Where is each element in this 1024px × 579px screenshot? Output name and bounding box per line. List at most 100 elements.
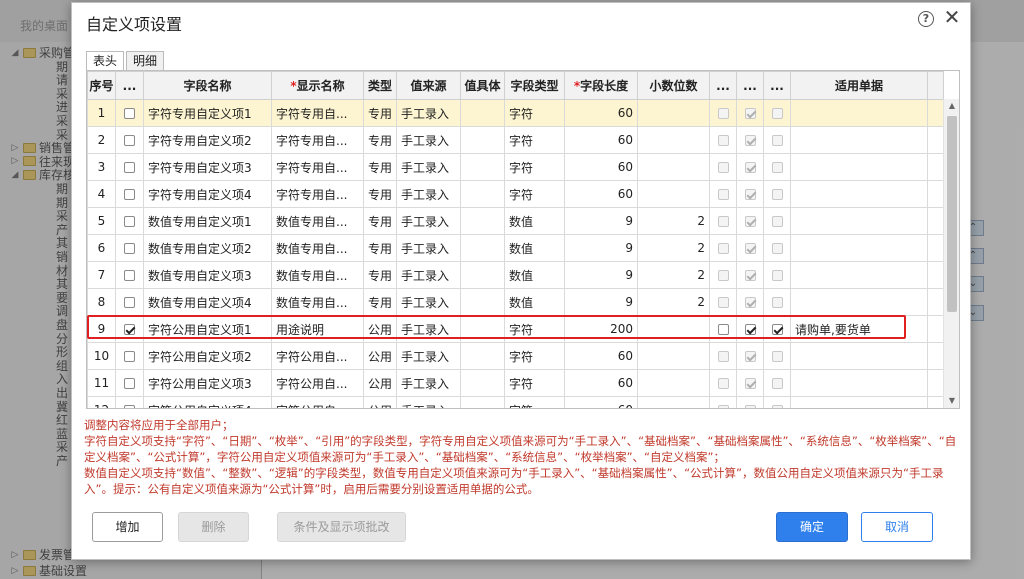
field-type-cell[interactable]: 数值: [504, 288, 566, 316]
display-name-cell[interactable]: 数值专用自...: [271, 288, 364, 316]
length-cell[interactable]: 9: [564, 288, 639, 316]
display-name-cell[interactable]: 数值专用自...: [271, 261, 364, 289]
batch-edit-button[interactable]: 条件及显示项批改: [277, 512, 406, 542]
type-cell[interactable]: 公用: [362, 396, 398, 408]
cancel-button[interactable]: 取消: [861, 512, 933, 542]
display-name-cell[interactable]: 数值专用自...: [271, 234, 364, 262]
field-type-cell[interactable]: 字符: [504, 369, 566, 397]
col-header-type[interactable]: 类型: [362, 71, 398, 100]
value-detail-cell[interactable]: [460, 126, 506, 154]
length-cell[interactable]: 60: [564, 180, 639, 208]
value-detail-cell[interactable]: [460, 342, 506, 370]
decimals-cell[interactable]: 2: [637, 207, 711, 235]
table-row[interactable]: 8 数值专用自定义项4 数值专用自... 专用 手工录入 数值 9 2: [87, 288, 945, 316]
applicable-docs-cell[interactable]: [790, 126, 929, 154]
value-detail-cell[interactable]: [460, 369, 506, 397]
col-header-enabled[interactable]: ...: [115, 71, 144, 100]
length-cell[interactable]: 60: [564, 153, 639, 181]
field-name-cell[interactable]: 字符专用自定义项1: [143, 99, 272, 127]
field-name-cell[interactable]: 字符公用自定义项2: [143, 342, 272, 370]
field-name-cell[interactable]: 数值专用自定义项3: [143, 261, 272, 289]
value-source-cell[interactable]: 手工录入: [396, 369, 462, 397]
col-header-decimals[interactable]: 小数位数: [637, 71, 711, 100]
scroll-up-icon[interactable]: ▲: [944, 99, 959, 113]
enabled-checkbox[interactable]: [124, 108, 135, 119]
delete-button[interactable]: 删除: [178, 512, 249, 542]
field-type-cell[interactable]: 字符: [504, 315, 566, 343]
applicable-docs-cell[interactable]: [790, 369, 929, 397]
decimals-cell[interactable]: [637, 126, 711, 154]
table-row[interactable]: 6 数值专用自定义项2 数值专用自... 专用 手工录入 数值 9 2: [87, 234, 945, 262]
applicable-docs-cell[interactable]: [790, 288, 929, 316]
decimals-cell[interactable]: [637, 315, 711, 343]
enabled-checkbox[interactable]: [124, 270, 135, 281]
decimals-cell[interactable]: [637, 342, 711, 370]
value-source-cell[interactable]: 手工录入: [396, 126, 462, 154]
col-header-display-name[interactable]: *显示名称: [271, 71, 364, 100]
col-header-field-type[interactable]: 字段类型: [504, 71, 566, 100]
field-name-cell[interactable]: 字符专用自定义项4: [143, 180, 272, 208]
value-source-cell[interactable]: 手工录入: [396, 288, 462, 316]
value-source-cell[interactable]: 手工录入: [396, 396, 462, 408]
length-cell[interactable]: 60: [564, 99, 639, 127]
display-name-cell[interactable]: 用途说明: [271, 315, 364, 343]
scroll-down-icon[interactable]: ▼: [944, 394, 959, 408]
table-row[interactable]: 1 字符专用自定义项1 字符专用自... 专用 手工录入 字符 60: [87, 99, 945, 127]
field-type-cell[interactable]: 数值: [504, 207, 566, 235]
ok-button[interactable]: 确定: [776, 512, 848, 542]
type-cell[interactable]: 专用: [362, 153, 398, 181]
field-type-cell[interactable]: 字符: [504, 180, 566, 208]
applicable-docs-cell[interactable]: [790, 99, 929, 127]
enabled-checkbox[interactable]: [124, 324, 135, 335]
field-type-cell[interactable]: 字符: [504, 126, 566, 154]
field-name-cell[interactable]: 字符专用自定义项3: [143, 153, 272, 181]
applicable-docs-cell[interactable]: [790, 396, 929, 408]
table-row[interactable]: 7 数值专用自定义项3 数值专用自... 专用 手工录入 数值 9 2: [87, 261, 945, 289]
length-cell[interactable]: 9: [564, 234, 639, 262]
field-name-cell[interactable]: 字符公用自定义项1: [143, 315, 272, 343]
length-cell[interactable]: 200: [564, 315, 639, 343]
applicable-docs-cell[interactable]: [790, 342, 929, 370]
field-type-cell[interactable]: 字符: [504, 396, 566, 408]
flag2-checkbox[interactable]: [744, 324, 756, 335]
enabled-checkbox[interactable]: [124, 243, 135, 254]
decimals-cell[interactable]: [637, 180, 711, 208]
field-type-cell[interactable]: 字符: [504, 153, 566, 181]
value-detail-cell[interactable]: [460, 207, 506, 235]
decimals-cell[interactable]: [637, 369, 711, 397]
col-header-value-source[interactable]: 值来源: [396, 71, 462, 100]
enabled-checkbox[interactable]: [124, 135, 135, 146]
type-cell[interactable]: 专用: [362, 288, 398, 316]
field-name-cell[interactable]: 字符公用自定义项4: [143, 396, 272, 408]
col-header-flag1[interactable]: ...: [709, 71, 738, 100]
field-type-cell[interactable]: 字符: [504, 99, 566, 127]
value-source-cell[interactable]: 手工录入: [396, 99, 462, 127]
enabled-checkbox[interactable]: [124, 297, 135, 308]
col-header-applicable-docs[interactable]: 适用单据: [790, 71, 929, 100]
field-name-cell[interactable]: 数值专用自定义项2: [143, 234, 272, 262]
applicable-docs-cell[interactable]: [790, 234, 929, 262]
length-cell[interactable]: 9: [564, 261, 639, 289]
col-header-flag2[interactable]: ...: [736, 71, 765, 100]
value-source-cell[interactable]: 手工录入: [396, 261, 462, 289]
display-name-cell[interactable]: 数值专用自...: [271, 207, 364, 235]
field-name-cell[interactable]: 数值专用自定义项1: [143, 207, 272, 235]
applicable-docs-cell[interactable]: [790, 180, 929, 208]
close-icon[interactable]: ✕: [943, 7, 961, 27]
display-name-cell[interactable]: 字符专用自...: [271, 153, 364, 181]
table-row[interactable]: 2 字符专用自定义项2 字符专用自... 专用 手工录入 字符 60: [87, 126, 945, 154]
type-cell[interactable]: 公用: [362, 369, 398, 397]
applicable-docs-cell[interactable]: [790, 207, 929, 235]
value-source-cell[interactable]: 手工录入: [396, 315, 462, 343]
enabled-checkbox[interactable]: [124, 189, 135, 200]
value-source-cell[interactable]: 手工录入: [396, 207, 462, 235]
decimals-cell[interactable]: [637, 396, 711, 408]
table-row[interactable]: 11 字符公用自定义项3 字符公用自... 公用 手工录入 字符 60: [87, 369, 945, 397]
applicable-docs-cell[interactable]: [790, 261, 929, 289]
col-header-flag3[interactable]: ...: [763, 71, 792, 100]
add-button[interactable]: 增加: [92, 512, 163, 542]
type-cell[interactable]: 专用: [362, 261, 398, 289]
table-row[interactable]: 3 字符专用自定义项3 字符专用自... 专用 手工录入 字符 60: [87, 153, 945, 181]
field-name-cell[interactable]: 字符专用自定义项2: [143, 126, 272, 154]
type-cell[interactable]: 专用: [362, 126, 398, 154]
